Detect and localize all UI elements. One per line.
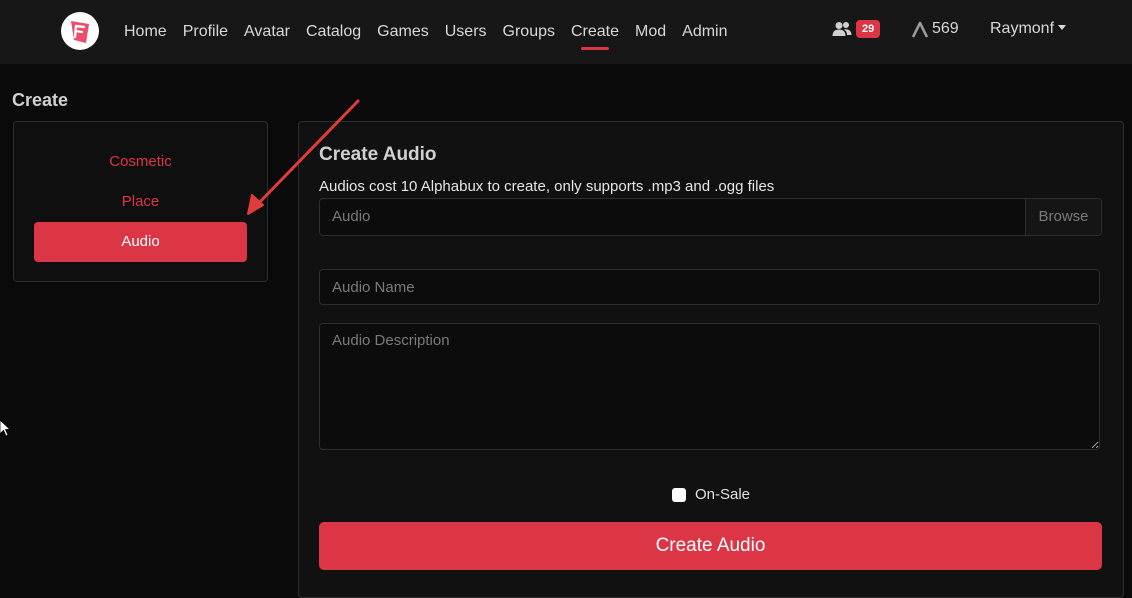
currency-amount: 569 xyxy=(932,20,959,37)
audio-file-placeholder: Audio xyxy=(332,208,371,225)
nav-create[interactable]: Create xyxy=(563,0,627,64)
caret-down-icon xyxy=(1058,24,1067,30)
audio-description-input[interactable] xyxy=(319,323,1100,450)
alphabux-icon xyxy=(912,21,928,38)
form-title: Create Audio xyxy=(319,144,437,165)
friends-icon xyxy=(832,22,852,36)
sidebar-item-audio[interactable]: Audio xyxy=(34,222,247,262)
mouse-cursor-icon xyxy=(0,420,10,437)
nav-mod[interactable]: Mod xyxy=(627,0,674,64)
nav-users[interactable]: Users xyxy=(437,0,495,64)
on-sale-row: On-Sale xyxy=(299,486,1123,503)
audio-file-input[interactable]: Audio Browse xyxy=(319,198,1102,236)
username: Raymonf xyxy=(990,20,1055,37)
audio-name-input[interactable] xyxy=(319,269,1100,305)
nav-groups[interactable]: Groups xyxy=(495,0,563,64)
sidebar-item-place[interactable]: Place xyxy=(34,182,247,222)
on-sale-label[interactable]: On-Sale xyxy=(695,486,750,503)
create-audio-panel: Create Audio Audios cost 10 Alphabux to … xyxy=(298,121,1124,598)
create-audio-button[interactable]: Create Audio xyxy=(319,522,1102,570)
nav-profile[interactable]: Profile xyxy=(175,0,236,64)
on-sale-checkbox[interactable] xyxy=(671,487,686,502)
nav-avatar[interactable]: Avatar xyxy=(236,0,298,64)
nav-admin[interactable]: Admin xyxy=(674,0,735,64)
sidebar-item-cosmetic[interactable]: Cosmetic xyxy=(34,142,247,182)
form-description: Audios cost 10 Alphabux to create, only … xyxy=(319,178,775,195)
user-menu-dropdown[interactable]: Raymonf xyxy=(990,20,1067,38)
top-navbar: Home Profile Avatar Catalog Games Users … xyxy=(0,0,1132,64)
create-sidebar: Cosmetic Place Audio xyxy=(13,121,268,282)
browse-button[interactable]: Browse xyxy=(1025,199,1101,235)
nav-games[interactable]: Games xyxy=(369,0,437,64)
brand-logo-icon[interactable] xyxy=(61,12,99,50)
friends-button[interactable]: 29 xyxy=(832,20,881,38)
currency-balance[interactable]: 569 xyxy=(912,20,959,38)
nav-catalog[interactable]: Catalog xyxy=(298,0,369,64)
main-nav: Home Profile Avatar Catalog Games Users … xyxy=(116,0,736,64)
friends-count-badge: 29 xyxy=(856,20,881,38)
nav-home[interactable]: Home xyxy=(116,0,175,64)
page-title: Create xyxy=(12,90,69,110)
